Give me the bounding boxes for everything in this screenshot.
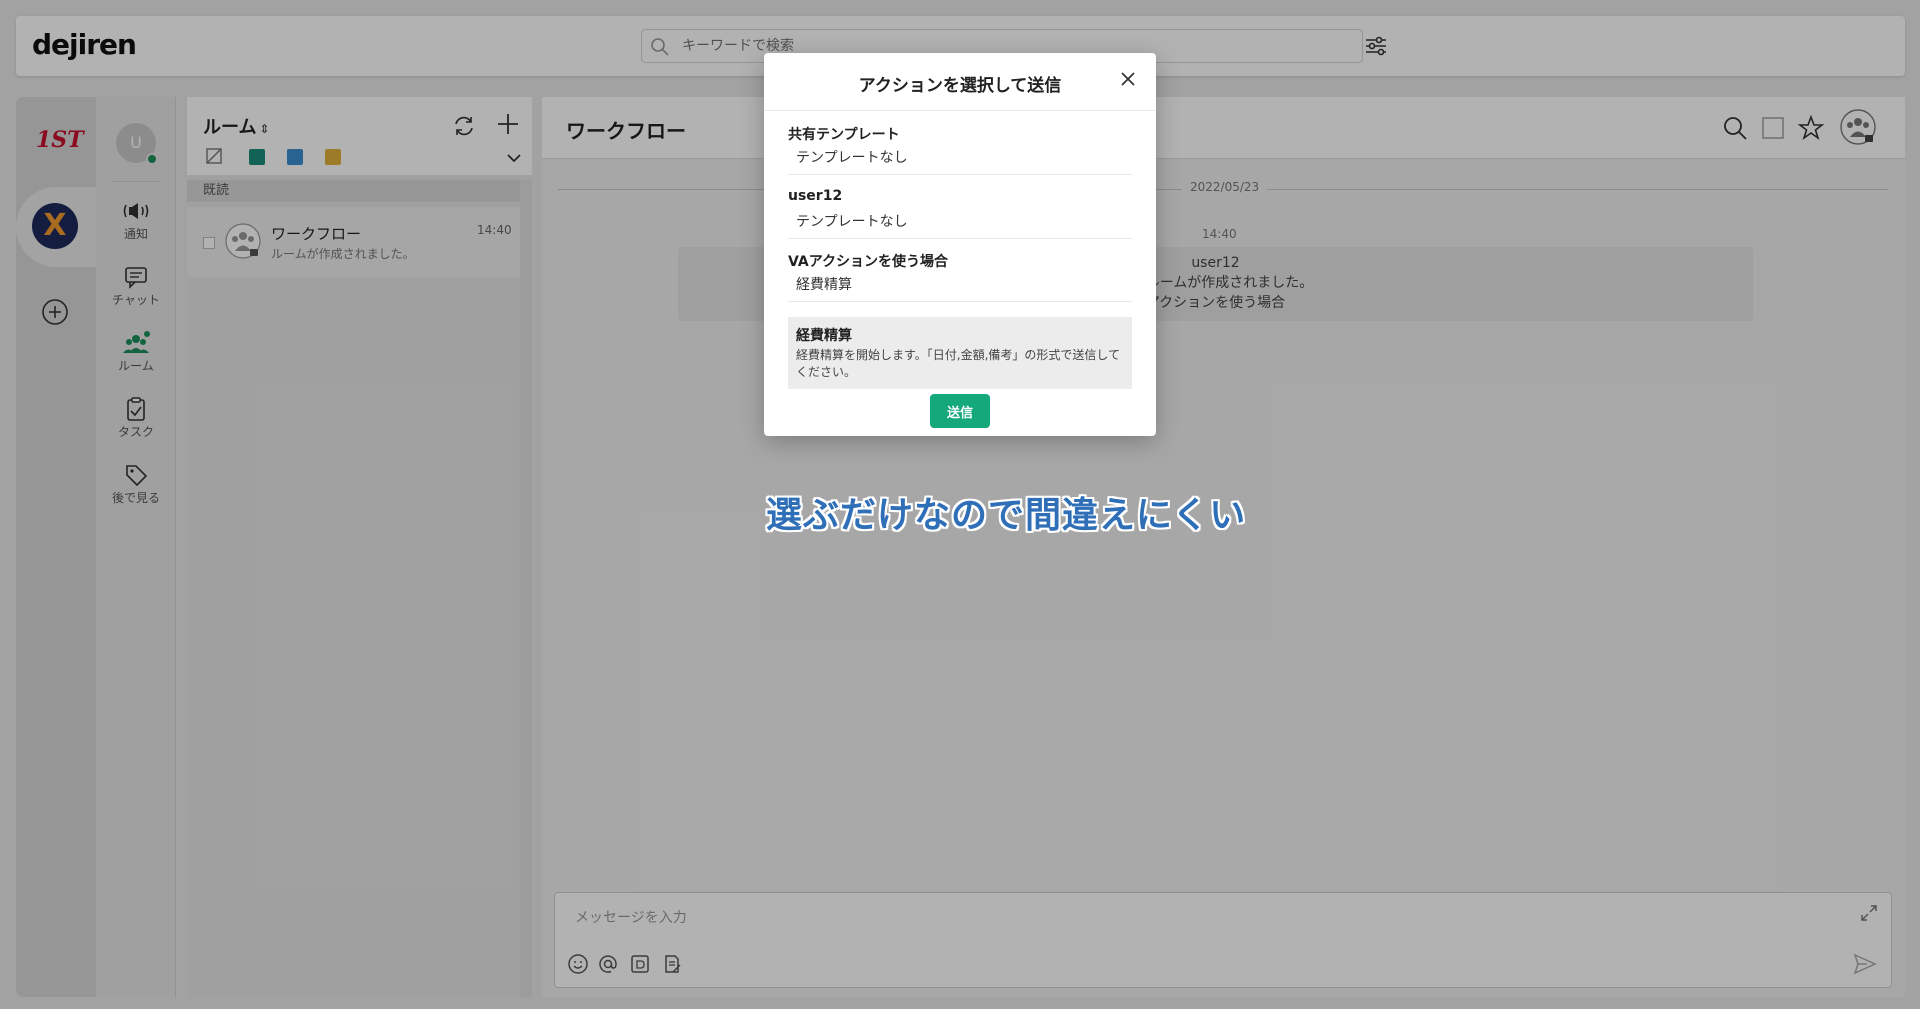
option-user-template[interactable]: テンプレートなし — [788, 207, 1132, 239]
description-text: 経費精算を開始します。「日付,金額,備考」の形式で送信してください。 — [796, 348, 1121, 379]
group-label-user: user12 — [788, 188, 843, 204]
option-va-action[interactable]: 経費精算 — [788, 270, 1132, 302]
send-button[interactable]: 送信 — [930, 394, 990, 428]
close-icon[interactable] — [1118, 69, 1138, 89]
modal-title: アクションを選択して送信 — [858, 76, 1062, 96]
action-description: 経費精算 経費精算を開始します。「日付,金額,備考」の形式で送信してください。 — [788, 317, 1132, 389]
action-select-modal: アクションを選択して送信 共有テンプレート テンプレートなし user12 テン… — [764, 53, 1156, 436]
modal-header: アクションを選択して送信 — [764, 53, 1156, 111]
group-label-shared-template: 共有テンプレート — [788, 127, 900, 143]
group-label-va-action: VAアクションを使う場合 — [788, 254, 949, 270]
description-title: 経費精算 — [796, 328, 852, 344]
option-shared-template[interactable]: テンプレートなし — [788, 143, 1132, 175]
caption-overlay-text: 選ぶだけなので間違えにくい — [766, 495, 1247, 536]
